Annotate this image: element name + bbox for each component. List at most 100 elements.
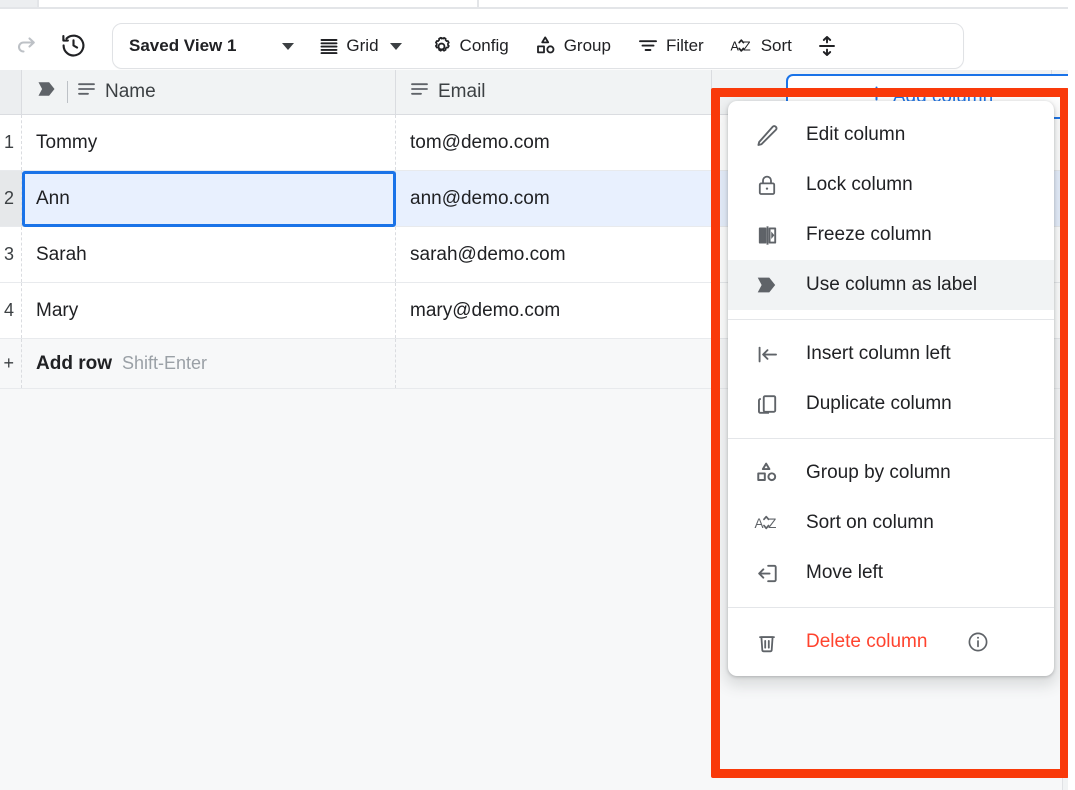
cell-email[interactable]: ann@demo.com xyxy=(396,171,712,226)
lock-icon xyxy=(754,173,780,198)
history-icon[interactable] xyxy=(58,30,88,60)
view-toolbar: Saved View 1 Grid xyxy=(112,23,964,69)
add-row-shortcut: Shift-Enter xyxy=(122,353,207,374)
sort-az-icon: A Z xyxy=(730,35,754,57)
toolbar-item-row-height[interactable] xyxy=(807,30,842,62)
svg-text:Z: Z xyxy=(743,40,751,54)
toolbar-label-group: Group xyxy=(564,36,611,56)
upper-sliver-box-1 xyxy=(0,0,38,8)
menu-label-move-left: Move left xyxy=(806,562,1038,584)
gear-icon xyxy=(430,35,453,58)
cell-name[interactable]: Sarah xyxy=(22,227,396,282)
saved-view-label: Saved View 1 xyxy=(129,36,236,56)
menu-item-insert-column-left[interactable]: Insert column left xyxy=(728,329,1054,379)
add-row-label: Add row xyxy=(36,353,112,375)
upper-toolbar-sliver xyxy=(0,0,1075,9)
toolbar-item-grid[interactable]: Grid xyxy=(310,30,410,62)
text-lines-icon xyxy=(410,81,429,103)
grid-lines-icon xyxy=(319,36,339,56)
column-header-name[interactable]: Name xyxy=(22,70,396,114)
menu-item-delete-column[interactable]: Delete column xyxy=(728,617,1054,667)
toolbar-item-config[interactable]: Config xyxy=(421,30,518,62)
menu-label-freeze-column: Freeze column xyxy=(806,224,1038,246)
row-height-icon xyxy=(816,34,838,58)
column-context-menu: Edit column Lock column xyxy=(728,101,1054,676)
svg-text:A: A xyxy=(755,516,764,531)
menu-label-duplicate-column: Duplicate column xyxy=(806,393,1038,415)
app-root: Saved View 1 Grid xyxy=(0,0,1075,790)
menu-item-group-by-column[interactable]: Group by column xyxy=(728,448,1054,498)
menu-divider xyxy=(728,319,1054,320)
menu-group-2: Insert column left Duplicate column xyxy=(728,329,1054,429)
filter-icon xyxy=(637,35,659,57)
text-lines-icon xyxy=(77,81,96,103)
row-number: 3 xyxy=(0,227,22,282)
duplicate-icon xyxy=(754,392,780,417)
toolbar-item-filter[interactable]: Filter xyxy=(628,30,713,62)
saved-view-caret-icon[interactable] xyxy=(282,43,294,50)
right-edge-mask xyxy=(1068,0,1075,790)
cell-name[interactable]: Mary xyxy=(22,283,396,338)
menu-label-delete-column: Delete column xyxy=(806,631,927,653)
header-divider xyxy=(67,81,68,103)
menu-group-1: Edit column Lock column xyxy=(728,110,1054,310)
toolbar-item-group[interactable]: Group xyxy=(526,30,620,62)
add-row-plus-icon[interactable]: + xyxy=(0,339,22,388)
column-header-email[interactable]: Email xyxy=(396,70,712,114)
row-number: 4 xyxy=(0,283,22,338)
svg-text:A: A xyxy=(730,40,739,54)
menu-divider xyxy=(728,607,1054,608)
toolbar-item-sort[interactable]: A Z Sort xyxy=(721,30,801,62)
pencil-icon xyxy=(754,123,780,148)
svg-text:Z: Z xyxy=(768,516,776,531)
toolbar-label-sort: Sort xyxy=(761,36,792,56)
move-left-icon xyxy=(754,561,780,586)
redo-icon[interactable] xyxy=(12,31,42,61)
trash-icon xyxy=(754,630,780,655)
menu-item-lock-column[interactable]: Lock column xyxy=(728,160,1054,210)
menu-label-use-column-as-label: Use column as label xyxy=(806,274,1038,296)
add-row-email-cell xyxy=(396,339,712,388)
toolbar-region: Saved View 1 Grid xyxy=(0,9,1075,70)
cell-email[interactable]: sarah@demo.com xyxy=(396,227,712,282)
menu-label-group-by-column: Group by column xyxy=(806,462,1038,484)
cell-email[interactable]: tom@demo.com xyxy=(396,115,712,170)
sort-az-icon: A Z xyxy=(754,511,780,535)
group-shapes-icon xyxy=(535,35,557,57)
menu-item-move-left[interactable]: Move left xyxy=(728,548,1054,598)
freeze-icon xyxy=(754,223,780,248)
label-tag-icon xyxy=(754,275,780,295)
menu-item-use-column-as-label[interactable]: Use column as label xyxy=(728,260,1054,310)
add-row-button[interactable]: Add row Shift-Enter xyxy=(22,339,396,388)
cell-name[interactable]: Ann xyxy=(22,171,396,226)
menu-divider xyxy=(728,438,1054,439)
menu-item-duplicate-column[interactable]: Duplicate column xyxy=(728,379,1054,429)
cell-email[interactable]: mary@demo.com xyxy=(396,283,712,338)
label-tag-icon xyxy=(36,80,58,104)
menu-group-3: Group by column A Z Sort on column xyxy=(728,448,1054,598)
toolbar-label-filter: Filter xyxy=(666,36,704,56)
menu-label-sort-on-column: Sort on column xyxy=(806,512,1038,534)
group-shapes-icon xyxy=(754,461,780,485)
grid-caret-icon[interactable] xyxy=(390,43,402,50)
upper-sliver-box-3 xyxy=(478,0,1075,8)
info-icon[interactable] xyxy=(966,630,990,654)
row-number: 2 xyxy=(0,171,22,226)
menu-item-freeze-column[interactable]: Freeze column xyxy=(728,210,1054,260)
cell-name[interactable]: Tommy xyxy=(22,115,396,170)
menu-group-4: Delete column xyxy=(728,617,1054,667)
upper-sliver-box-2 xyxy=(38,0,478,8)
menu-label-edit-column: Edit column xyxy=(806,124,1038,146)
column-header-label-email: Email xyxy=(438,81,486,103)
header-row-number-cell xyxy=(0,70,22,114)
menu-label-insert-column-left: Insert column left xyxy=(806,343,1038,365)
menu-item-edit-column[interactable]: Edit column xyxy=(728,110,1054,160)
insert-left-icon xyxy=(754,342,780,367)
column-header-label-name: Name xyxy=(105,81,156,103)
saved-view-selector[interactable]: Saved View 1 xyxy=(125,36,236,56)
menu-label-lock-column: Lock column xyxy=(806,174,1038,196)
menu-item-sort-on-column[interactable]: A Z Sort on column xyxy=(728,498,1054,548)
toolbar-label-grid: Grid xyxy=(346,36,378,56)
row-number: 1 xyxy=(0,115,22,170)
toolbar-label-config: Config xyxy=(460,36,509,56)
